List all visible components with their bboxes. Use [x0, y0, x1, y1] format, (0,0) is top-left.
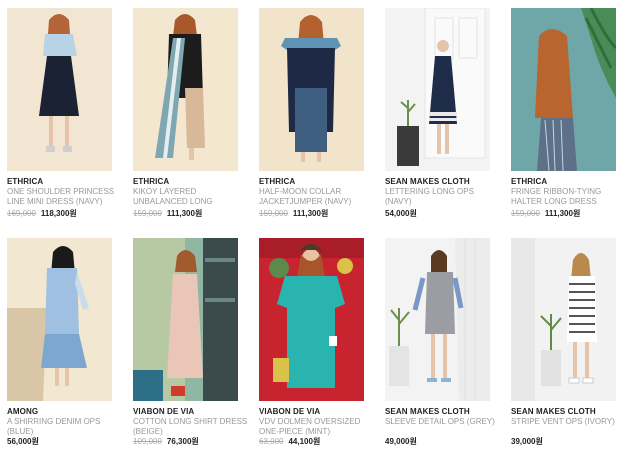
price-row: 49,000원 — [385, 436, 417, 447]
product-card[interactable]: ETHRICA FRINGE RIBBON-TYING HALTER LONG … — [511, 8, 627, 223]
product-brand[interactable]: SEAN MAKES CLOTH — [511, 407, 596, 416]
product-brand[interactable]: AMONG — [7, 407, 38, 416]
product-brand[interactable]: VIABON DE VIA — [259, 407, 320, 416]
price-row: 56,000원 — [7, 436, 39, 447]
product-name[interactable]: STRIPE VENT OPS (IVORY) — [511, 417, 627, 427]
product-card[interactable]: VIABON DE VIA VDV DOLMEN OVERSIZED ONE-P… — [259, 238, 375, 453]
product-brand[interactable]: ETHRICA — [133, 177, 169, 186]
product-image[interactable] — [133, 238, 238, 401]
product-card[interactable]: ETHRICA KIKOY LAYERED UNBALANCED LONG 15… — [133, 8, 249, 223]
product-brand[interactable]: VIABON DE VIA — [133, 407, 194, 416]
price: 39,000원 — [511, 437, 543, 446]
product-name[interactable]: COTTON LONG SHIRT DRESS (BEIGE) — [133, 417, 249, 437]
product-image[interactable] — [7, 238, 112, 401]
product-image[interactable] — [511, 8, 616, 171]
product-card[interactable]: SEAN MAKES CLOTH SLEEVE DETAIL OPS (GREY… — [385, 238, 501, 453]
product-image[interactable] — [133, 8, 238, 171]
sale-price: 76,300원 — [166, 437, 199, 446]
original-price: 109,000 — [133, 437, 162, 446]
product-card[interactable]: AMONG A SHIRRING DENIM OPS (BLUE) 56,000… — [7, 238, 123, 453]
product-card[interactable]: SEAN MAKES CLOTH STRIPE VENT OPS (IVORY)… — [511, 238, 627, 453]
price-row: 63,000 44,100원 — [259, 436, 320, 447]
price: 49,000원 — [385, 437, 417, 446]
price: 56,000원 — [7, 437, 39, 446]
product-card[interactable]: VIABON DE VIA COTTON LONG SHIRT DRESS (B… — [133, 238, 249, 453]
product-brand[interactable]: ETHRICA — [511, 177, 547, 186]
product-card[interactable]: ETHRICA HALF-MOON COLLAR JACKETJUMPER (N… — [259, 8, 375, 223]
product-name[interactable]: FRINGE RIBBON-TYING HALTER LONG DRESS — [511, 187, 627, 207]
product-image[interactable] — [511, 238, 616, 401]
product-card[interactable]: ETHRICA ONE SHOULDER PRINCESS LINE MINI … — [7, 8, 123, 223]
sale-price: 111,300원 — [292, 209, 329, 218]
sale-price: 111,300원 — [166, 209, 203, 218]
product-name[interactable]: LETTERING LONG OPS (NAVY) — [385, 187, 501, 207]
price: 54,000원 — [385, 209, 417, 218]
product-brand[interactable]: SEAN MAKES CLOTH — [385, 407, 470, 416]
product-name[interactable]: ONE SHOULDER PRINCESS LINE MINI DRESS (N… — [7, 187, 123, 207]
price-row: 54,000원 — [385, 208, 417, 219]
price-row: 109,000 76,300원 — [133, 436, 199, 447]
product-image[interactable] — [7, 8, 112, 171]
product-grid: ETHRICA ONE SHOULDER PRINCESS LINE MINI … — [0, 0, 640, 463]
product-image[interactable] — [385, 238, 490, 401]
product-name[interactable]: A SHIRRING DENIM OPS (BLUE) — [7, 417, 123, 437]
sale-price: 111,300원 — [544, 209, 581, 218]
product-image[interactable] — [259, 238, 364, 401]
product-name[interactable]: HALF-MOON COLLAR JACKETJUMPER (NAVY) — [259, 187, 375, 207]
original-price: 63,000 — [259, 437, 284, 446]
product-card[interactable]: SEAN MAKES CLOTH LETTERING LONG OPS (NAV… — [385, 8, 501, 223]
product-brand[interactable]: SEAN MAKES CLOTH — [385, 177, 470, 186]
product-image[interactable] — [259, 8, 364, 171]
original-price: 159,000 — [133, 209, 162, 218]
original-price: 169,000 — [7, 209, 36, 218]
product-name[interactable]: VDV DOLMEN OVERSIZED ONE-PIECE (MINT) — [259, 417, 375, 437]
product-name[interactable]: KIKOY LAYERED UNBALANCED LONG — [133, 187, 249, 207]
product-image[interactable] — [385, 8, 490, 171]
product-brand[interactable]: ETHRICA — [7, 177, 43, 186]
product-name[interactable]: SLEEVE DETAIL OPS (GREY) — [385, 417, 501, 427]
sale-price: 44,100원 — [288, 437, 321, 446]
product-brand[interactable]: ETHRICA — [259, 177, 295, 186]
original-price: 159,000 — [511, 209, 540, 218]
price-row: 159,000 111,300원 — [259, 208, 328, 219]
sale-price: 118,300원 — [40, 209, 77, 218]
price-row: 169,000 118,300원 — [7, 208, 77, 219]
price-row: 159,000 111,300원 — [511, 208, 580, 219]
original-price: 159,000 — [259, 209, 288, 218]
price-row: 39,000원 — [511, 436, 543, 447]
price-row: 159,000 111,300원 — [133, 208, 202, 219]
